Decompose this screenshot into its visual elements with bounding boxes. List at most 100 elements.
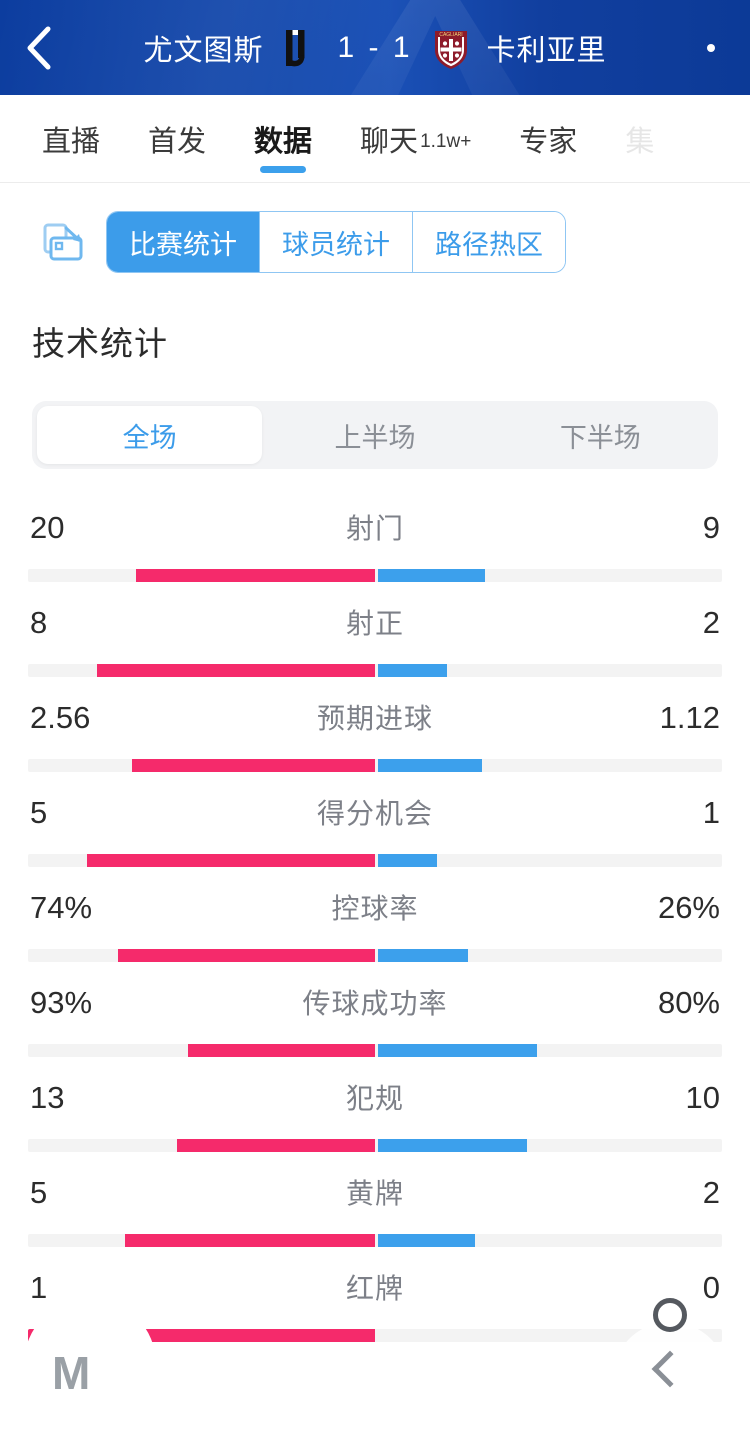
- stat-row: 8 射正 2: [0, 602, 750, 677]
- home-bar: [87, 854, 375, 867]
- home-value: 20: [30, 510, 65, 545]
- stat-bar-track: [28, 949, 722, 962]
- scroll-to-top-button[interactable]: [612, 1298, 728, 1438]
- half-label: 全场: [122, 422, 177, 453]
- away-bar: [377, 1139, 527, 1152]
- tab-label: 集: [625, 125, 655, 158]
- home-value: 74%: [30, 890, 93, 925]
- stat-label: 红牌: [345, 1273, 404, 1304]
- away-team-name: 卡利亚里: [486, 34, 607, 67]
- segment-heatmap[interactable]: 路径热区: [413, 212, 565, 272]
- stat-label: 得分机会: [316, 798, 433, 829]
- home-bar: [97, 664, 375, 677]
- stats-list: 20 射门 9 8 射正 2 2.56 预期进球 1.12 5 得分机会 1 7…: [0, 469, 750, 1342]
- away-value: 26%: [657, 890, 720, 925]
- home-bar: [125, 1234, 375, 1247]
- home-value: 5: [30, 795, 48, 830]
- stat-header: 93% 传球成功率 80%: [28, 982, 722, 1034]
- home-bar: [177, 1139, 375, 1152]
- stat-header: 2.56 预期进球 1.12: [28, 697, 722, 749]
- match-title: 尤文图斯 1 - 1 CAGLIARI 卡利亚里: [78, 26, 672, 70]
- stat-bar-track: [28, 664, 722, 677]
- stat-bar-track: [28, 1044, 722, 1057]
- home-bar: [132, 759, 375, 772]
- cagliari-crest: CAGLIARI: [429, 26, 473, 70]
- tab-label: 首发: [148, 125, 207, 158]
- stat-bar-track: [28, 759, 722, 772]
- stat-label: 控球率: [331, 893, 419, 924]
- half-label: 上半场: [334, 422, 416, 453]
- tab-label: 聊天: [360, 125, 419, 158]
- stat-bar-track: [28, 569, 722, 582]
- rotate-screen-icon[interactable]: [38, 216, 90, 268]
- away-value: 80%: [657, 985, 720, 1020]
- tab-label: 数据: [254, 125, 313, 158]
- stats-view-switcher[interactable]: 比赛统计 球员统计 路径热区: [0, 183, 750, 273]
- stat-bar-track: [28, 1234, 722, 1247]
- segment-label: 路径热区: [435, 229, 543, 260]
- segment-pill-group[interactable]: 比赛统计 球员统计 路径热区: [106, 211, 566, 273]
- home-bar: [135, 569, 375, 582]
- home-value: 8: [30, 605, 48, 640]
- stat-row: 74% 控球率 26%: [0, 887, 750, 962]
- stat-header: 20 射门 9: [28, 507, 722, 559]
- home-value: 2.56: [30, 700, 91, 735]
- more-options-button[interactable]: [672, 0, 750, 95]
- tab-data[interactable]: 数据: [230, 95, 336, 182]
- half-full-match[interactable]: 全场: [37, 406, 263, 464]
- away-value: 2: [702, 605, 720, 640]
- half-first[interactable]: 上半场: [262, 406, 487, 464]
- tab-live[interactable]: 直播: [18, 95, 124, 182]
- more-horizontal-icon: [707, 43, 715, 52]
- stat-row: 93% 传球成功率 80%: [0, 982, 750, 1057]
- chevron-left-icon: [24, 24, 54, 72]
- stat-header: 13 犯规 10: [28, 1077, 722, 1129]
- home-bar: [118, 949, 375, 962]
- back-button[interactable]: [0, 0, 78, 95]
- away-value: 2: [702, 1175, 720, 1210]
- away-bar: [377, 664, 448, 677]
- half-label: 下半场: [559, 422, 641, 453]
- away-bar: [377, 1234, 475, 1247]
- stat-label: 射门: [345, 513, 404, 544]
- app-header: 尤文图斯 1 - 1 CAGLIARI 卡利亚里: [0, 0, 750, 95]
- stat-row: 5 得分机会 1: [0, 792, 750, 867]
- stat-header: 8 射正 2: [28, 602, 722, 654]
- stat-label: 传球成功率: [302, 988, 448, 1019]
- away-bar: [377, 854, 437, 867]
- segment-player-stats[interactable]: 球员统计: [260, 212, 413, 272]
- segment-match-stats[interactable]: 比赛统计: [107, 212, 260, 272]
- stat-row: 2.56 预期进球 1.12: [0, 697, 750, 772]
- tab-expert[interactable]: 专家: [495, 95, 601, 182]
- away-bar: [377, 1044, 538, 1057]
- svg-text:CAGLIARI: CAGLIARI: [439, 32, 462, 38]
- away-value: 9: [702, 510, 720, 545]
- stat-header: 5 黄牌 2: [28, 1172, 722, 1224]
- floating-brand-button[interactable]: M: [24, 1298, 156, 1430]
- circle-decoration: [653, 1298, 687, 1332]
- stat-label: 犯规: [345, 1083, 404, 1114]
- stat-header: 74% 控球率 26%: [28, 887, 722, 939]
- away-bar: [377, 759, 482, 772]
- primary-tabbar[interactable]: 直播 首发 数据 聊天 1.1w+ 专家 集: [0, 95, 750, 183]
- tab-highlights[interactable]: 集: [601, 95, 678, 182]
- stat-label: 射正: [345, 608, 404, 639]
- away-bar: [377, 569, 486, 582]
- half-second[interactable]: 下半场: [488, 406, 713, 464]
- home-bar: [187, 1044, 375, 1057]
- stat-bar-track: [28, 1139, 722, 1152]
- juventus-crest: [277, 26, 321, 70]
- stat-header: 5 得分机会 1: [28, 792, 722, 844]
- stat-bar-track: [28, 854, 722, 867]
- stat-label: 预期进球: [316, 703, 433, 734]
- chevron-up-icon: [651, 1350, 689, 1388]
- home-team-name: 尤文图斯: [143, 34, 264, 67]
- away-value: 1.12: [659, 700, 720, 735]
- segment-label: 球员统计: [282, 229, 390, 260]
- tab-lineup[interactable]: 首发: [124, 95, 230, 182]
- stat-header: 1 红牌 0: [28, 1267, 722, 1319]
- tab-active-indicator: [260, 165, 307, 173]
- tab-chat-count: 1.1w+: [420, 130, 472, 152]
- tab-chat[interactable]: 聊天 1.1w+: [336, 95, 495, 182]
- half-selector[interactable]: 全场 上半场 下半场: [32, 401, 718, 469]
